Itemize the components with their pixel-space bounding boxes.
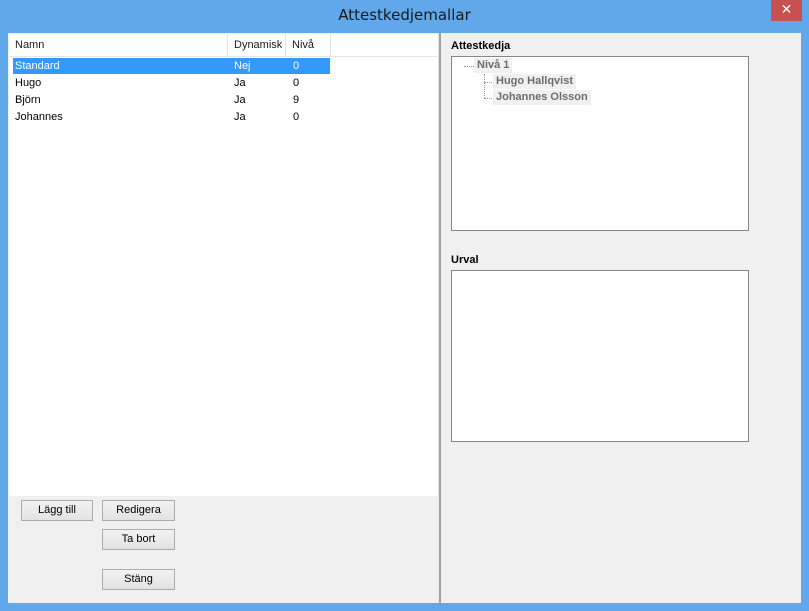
tree-connector (484, 74, 485, 98)
template-list[interactable]: Namn Dynamisk Nivå Standard Nej 0 Hugo J… (9, 34, 438, 496)
row-level: 0 (293, 60, 300, 72)
selection-box[interactable] (451, 270, 749, 442)
details-panel: Attestkedja Nivå 1 Hugo Hallqvist Johann… (441, 33, 801, 603)
row-focus-rect (13, 58, 330, 74)
close-icon: ✕ (780, 2, 793, 18)
add-button[interactable]: Lägg till (21, 500, 93, 521)
tree-connector (464, 66, 474, 67)
close-window-button[interactable]: ✕ (771, 0, 802, 21)
table-row[interactable]: Björn Ja 9 (9, 92, 438, 109)
chain-tree[interactable]: Nivå 1 Hugo Hallqvist Johannes Olsson (451, 56, 749, 231)
window-title: Attestkedjemallar (338, 6, 471, 24)
column-header-level[interactable]: Nivå (286, 34, 331, 56)
row-level: 0 (293, 77, 300, 89)
table-row[interactable]: Johannes Ja 0 (9, 109, 438, 126)
table-row[interactable]: Standard Nej 0 (9, 58, 438, 75)
dialog-window: Attestkedjemallar ✕ Namn Dynamisk Nivå S… (0, 0, 809, 611)
tree-node-approver[interactable]: Hugo Hallqvist (493, 74, 577, 89)
tree-node-level[interactable]: Nivå 1 (474, 58, 513, 73)
row-level: 9 (293, 94, 300, 106)
title-bar[interactable]: Attestkedjemallar ✕ (0, 0, 809, 32)
tree-node-approver[interactable]: Johannes Olsson (493, 90, 591, 105)
row-dynamic: Ja (234, 94, 246, 106)
row-dynamic: Nej (234, 60, 251, 72)
selection-label: Urval (451, 254, 479, 266)
list-header: Namn Dynamisk Nivå (9, 34, 438, 57)
column-header-name[interactable]: Namn (9, 34, 228, 56)
dialog-client-area: Namn Dynamisk Nivå Standard Nej 0 Hugo J… (8, 33, 801, 603)
remove-button[interactable]: Ta bort (102, 529, 175, 550)
row-level: 0 (293, 111, 300, 123)
list-rows: Standard Nej 0 Hugo Ja 0 Björn Ja 9 Joha… (9, 58, 438, 126)
close-button[interactable]: Stäng (102, 569, 175, 590)
edit-button[interactable]: Redigera (102, 500, 175, 521)
row-name: Björn (15, 94, 41, 106)
row-name: Standard (15, 60, 60, 72)
row-name: Hugo (15, 77, 42, 89)
row-name: Johannes (15, 111, 63, 123)
chain-label: Attestkedja (451, 40, 511, 52)
table-row[interactable]: Hugo Ja 0 (9, 75, 438, 92)
row-dynamic: Ja (234, 111, 246, 123)
row-dynamic: Ja (234, 77, 246, 89)
column-header-dynamic[interactable]: Dynamisk (228, 34, 286, 56)
